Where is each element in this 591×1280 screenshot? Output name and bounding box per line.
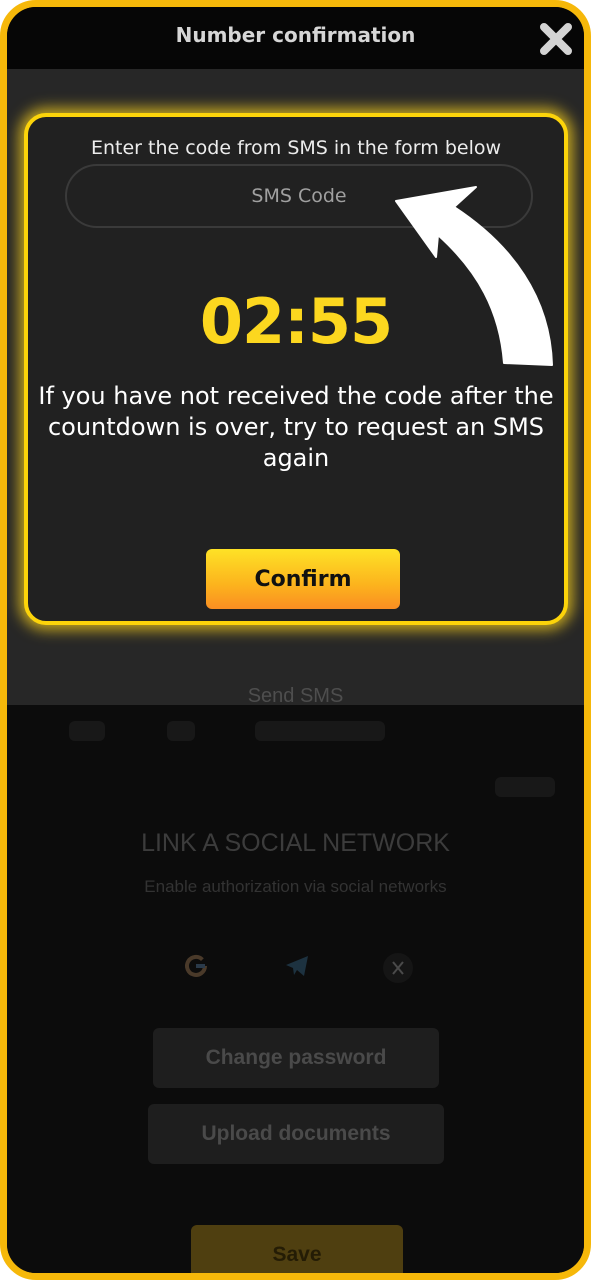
dimmed-phone-field bbox=[255, 721, 385, 741]
dimmed-badge bbox=[495, 777, 555, 797]
phone-frame: Number confirmation Send SMS LINK A SOCI… bbox=[0, 0, 591, 1280]
confirm-button[interactable]: Confirm bbox=[206, 549, 400, 609]
social-section-title: LINK A SOCIAL NETWORK bbox=[141, 829, 450, 857]
google-icon[interactable] bbox=[183, 953, 209, 979]
dimmed-flag-icon bbox=[69, 721, 105, 741]
modal-header: Number confirmation bbox=[7, 7, 584, 69]
resend-notice: If you have not received the code after … bbox=[38, 382, 554, 472]
modal-title: Number confirmation bbox=[175, 23, 416, 47]
social-section-subtitle: Enable authorization via social networks bbox=[144, 877, 447, 896]
x-icon[interactable] bbox=[383, 953, 413, 983]
change-password-button[interactable]: Change password bbox=[153, 1028, 439, 1088]
sms-instruction: Enter the code from SMS in the form belo… bbox=[90, 137, 502, 159]
curved-arrow-icon bbox=[395, 186, 553, 366]
save-button[interactable]: Save bbox=[191, 1225, 403, 1273]
close-icon[interactable] bbox=[538, 21, 574, 57]
upload-documents-button[interactable]: Upload documents bbox=[148, 1104, 444, 1164]
telegram-icon[interactable] bbox=[284, 953, 310, 979]
background-content: LINK A SOCIAL NETWORK Enable authorizati… bbox=[7, 705, 584, 1273]
dimmed-icon bbox=[167, 721, 195, 741]
